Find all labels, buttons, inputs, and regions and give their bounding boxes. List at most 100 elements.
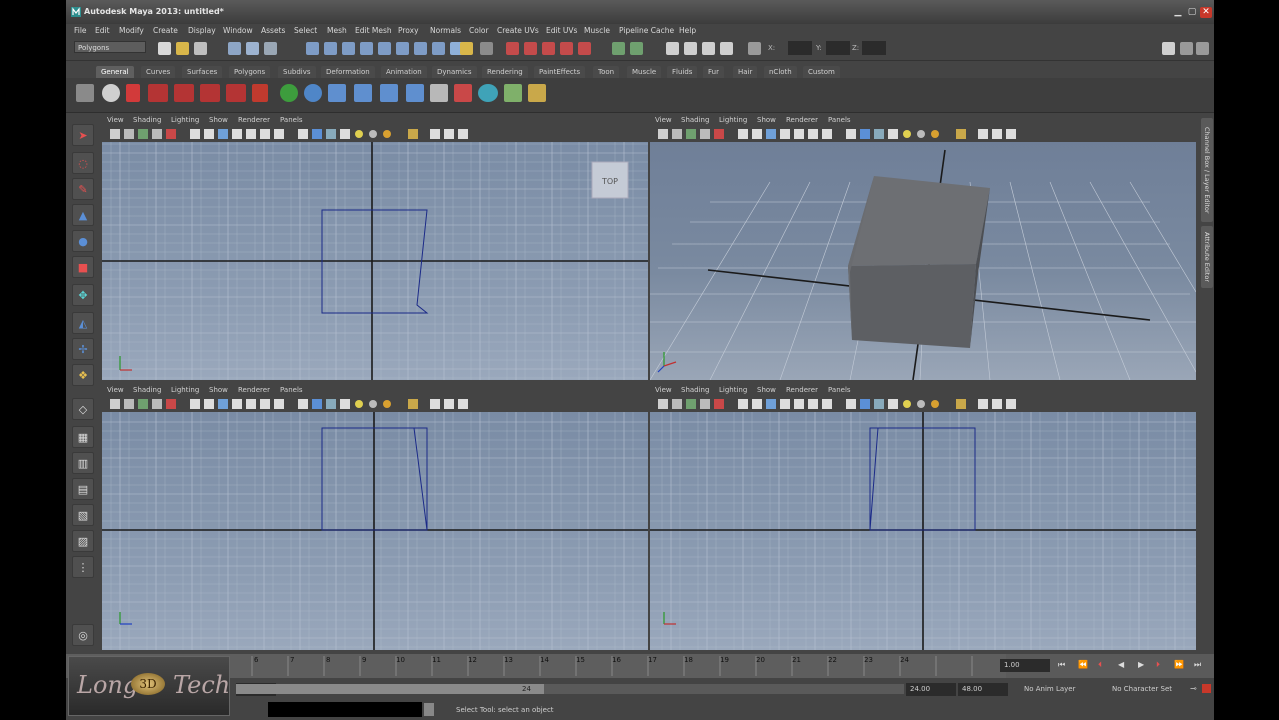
shelf-tab-curves[interactable]: Curves	[141, 66, 176, 78]
select-deformations-icon[interactable]	[378, 42, 391, 55]
minimize-button[interactable]: ▁	[1172, 7, 1184, 18]
attribute-list-icon[interactable]	[430, 84, 448, 102]
viewport-top[interactable]: TOP	[102, 142, 648, 380]
persp-hypershade-layout-icon[interactable]: ▨	[72, 530, 94, 552]
film-reel-icon[interactable]	[102, 84, 120, 102]
command-input[interactable]	[268, 702, 422, 717]
panel-menu-shading[interactable]: Shading	[133, 386, 161, 394]
shelf-tab-painteffects[interactable]: PaintEffects	[534, 66, 586, 78]
panel-toolbar-icons[interactable]	[102, 127, 482, 141]
shelf-tab-hair[interactable]: Hair	[733, 66, 758, 78]
snap-view-plane-icon[interactable]	[560, 42, 573, 55]
panel-menu-show[interactable]: Show	[757, 116, 776, 124]
viewport-side[interactable]	[102, 412, 648, 650]
menu-proxy[interactable]: Proxy	[398, 26, 419, 35]
select-rendering-icon[interactable]	[414, 42, 427, 55]
step-forward-key-icon[interactable]: ⏵	[1156, 660, 1160, 670]
panel-menu-shading[interactable]: Shading	[133, 116, 161, 124]
panel-menu-lighting[interactable]: Lighting	[719, 116, 747, 124]
persp-outliner-layout-icon[interactable]: ▥	[72, 452, 94, 474]
playback-end-field[interactable]: 24.00	[906, 683, 956, 696]
poly-stats-icon[interactable]	[504, 84, 522, 102]
shelf-tab-toon[interactable]: Toon	[593, 66, 620, 78]
magnet-icon[interactable]	[252, 84, 268, 102]
panel-menu-panels[interactable]: Panels	[280, 386, 303, 394]
new-scene-icon[interactable]	[158, 42, 171, 55]
panel-toolbar-icons[interactable]	[650, 397, 1030, 411]
panel-menu-lighting[interactable]: Lighting	[719, 386, 747, 394]
shelf-menu-icon[interactable]	[76, 84, 94, 102]
custom-layout-icon[interactable]: ⋮	[72, 556, 94, 578]
green-ball-icon[interactable]	[280, 84, 298, 102]
single-perspective-layout-icon[interactable]: ◇	[72, 398, 94, 420]
panel-menu-lighting[interactable]: Lighting	[171, 386, 199, 394]
panel-menu-shading[interactable]: Shading	[681, 116, 709, 124]
render-pills-icon[interactable]	[454, 84, 472, 102]
sphere-light-icon[interactable]	[304, 84, 322, 102]
menu-edit[interactable]: Edit	[95, 26, 110, 35]
joint-tool-icon[interactable]	[328, 84, 346, 102]
last-tool-icon[interactable]: ❖	[72, 364, 94, 386]
select-handles-icon[interactable]	[306, 42, 319, 55]
shelf-tab-muscle[interactable]: Muscle	[627, 66, 662, 78]
select-joints-icon[interactable]	[324, 42, 337, 55]
four-view-layout-icon[interactable]: ▦	[72, 426, 94, 448]
step-forward-frame-icon[interactable]: ⏩	[1174, 660, 1184, 669]
highlight-selection-icon[interactable]	[480, 42, 493, 55]
help-icon[interactable]	[126, 84, 140, 102]
snap-grid-icon[interactable]	[506, 42, 519, 55]
manipulator-tool-icon[interactable]: ✥	[72, 284, 94, 306]
render-current-icon[interactable]	[684, 42, 697, 55]
script-editor-icon[interactable]	[424, 703, 434, 716]
select-surfaces-icon[interactable]	[360, 42, 373, 55]
shelf-tab-ncloth[interactable]: nCloth	[764, 66, 797, 78]
menu-modify[interactable]: Modify	[119, 26, 144, 35]
select-curves-icon[interactable]	[342, 42, 355, 55]
shelf-tab-fluids[interactable]: Fluids	[667, 66, 698, 78]
select-misc-icon[interactable]	[432, 42, 445, 55]
show-manipulator-icon[interactable]: ✢	[72, 338, 94, 360]
render-settings-icon[interactable]	[720, 42, 733, 55]
layout-menu-icon[interactable]: ◎	[72, 624, 94, 646]
panel-menu-view[interactable]: View	[107, 116, 124, 124]
panel-menu-show[interactable]: Show	[209, 386, 228, 394]
shelf-tab-deformation[interactable]: Deformation	[321, 66, 375, 78]
soft-mod-icon[interactable]	[200, 84, 220, 102]
menu-edit-uvs[interactable]: Edit UVs	[546, 26, 577, 35]
panel-menu-show[interactable]: Show	[209, 116, 228, 124]
panel-menu-view[interactable]: View	[655, 386, 672, 394]
step-back-frame-icon[interactable]: ⏪	[1078, 660, 1088, 669]
panel-toolbar-icons[interactable]	[650, 127, 1030, 141]
menu-mesh[interactable]: Mesh	[327, 26, 347, 35]
detach-skin-icon[interactable]	[406, 84, 424, 102]
character-set-dropdown[interactable]: No Character Set	[1108, 683, 1186, 696]
tool-settings-icon[interactable]	[1180, 42, 1193, 55]
play-forwards-icon[interactable]: ▶	[1138, 660, 1144, 669]
go-to-start-icon[interactable]: ⏮	[1058, 660, 1065, 670]
move-tool-icon[interactable]: ▲	[72, 204, 94, 226]
menu-select[interactable]: Select	[294, 26, 317, 35]
panel-menu-view[interactable]: View	[107, 386, 124, 394]
viewport-front[interactable]	[650, 412, 1196, 650]
select-dynamics-icon[interactable]	[396, 42, 409, 55]
shelf-tab-rendering[interactable]: Rendering	[482, 66, 528, 78]
render-view-icon[interactable]	[666, 42, 679, 55]
bind-skin-icon[interactable]	[380, 84, 398, 102]
make-live-icon[interactable]	[578, 42, 591, 55]
panel-menu-show[interactable]: Show	[757, 386, 776, 394]
panel-menu-panels[interactable]: Panels	[828, 116, 851, 124]
snap-point-icon[interactable]	[542, 42, 555, 55]
shelf-tab-fur[interactable]: Fur	[703, 66, 724, 78]
sculpt-tool-icon[interactable]	[148, 84, 168, 102]
ipr-render-icon[interactable]	[702, 42, 715, 55]
menuset-dropdown[interactable]: Polygons	[74, 41, 146, 53]
y-field[interactable]	[826, 41, 850, 55]
step-back-key-icon[interactable]: ⏴	[1098, 660, 1102, 670]
shelf-tab-polygons[interactable]: Polygons	[229, 66, 271, 78]
panel-menu-renderer[interactable]: Renderer	[786, 116, 818, 124]
shelf-tab-animation[interactable]: Animation	[381, 66, 427, 78]
construction-history-icon[interactable]	[630, 42, 643, 55]
current-frame-field[interactable]: 1.00	[1000, 659, 1050, 672]
shelf-tab-dynamics[interactable]: Dynamics	[432, 66, 477, 78]
menu-muscle[interactable]: Muscle	[584, 26, 610, 35]
